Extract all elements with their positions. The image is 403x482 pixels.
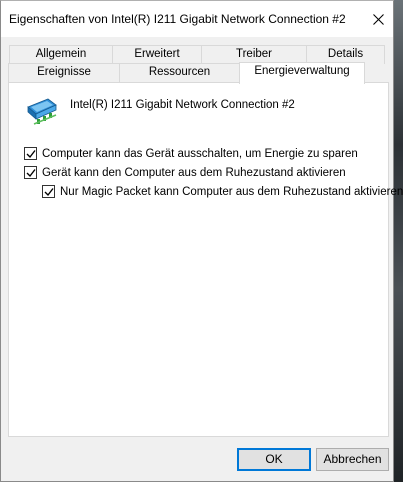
option-allow-turn-off[interactable]: Computer kann das Gerät ausschalten, um … bbox=[24, 147, 358, 160]
checkbox-allow-turn-off[interactable] bbox=[24, 147, 37, 160]
desktop-backdrop bbox=[394, 0, 403, 482]
tab-allgemein[interactable]: Allgemein bbox=[9, 45, 113, 64]
option-label: Gerät kann den Computer aus dem Ruhezust… bbox=[42, 166, 346, 179]
device-name: Intel(R) I211 Gigabit Network Connection… bbox=[70, 99, 295, 111]
checkmark-icon bbox=[26, 168, 36, 177]
ok-button[interactable]: OK bbox=[237, 448, 311, 471]
option-allow-wake[interactable]: Gerät kann den Computer aus dem Ruhezust… bbox=[24, 166, 346, 179]
tab-energieverwaltung[interactable]: Energieverwaltung bbox=[239, 62, 365, 84]
network-adapter-icon bbox=[27, 98, 57, 125]
option-label: Computer kann das Gerät ausschalten, um … bbox=[42, 147, 358, 160]
tab-ereignisse[interactable]: Ereignisse bbox=[8, 63, 120, 82]
option-magic-packet-only[interactable]: Nur Magic Packet kann Computer aus dem R… bbox=[42, 185, 403, 198]
title-bar: Eigenschaften von Intel(R) I211 Gigabit … bbox=[1, 1, 393, 37]
checkmark-icon bbox=[44, 187, 54, 196]
close-icon bbox=[372, 13, 384, 25]
window-title: Eigenschaften von Intel(R) I211 Gigabit … bbox=[9, 12, 346, 26]
properties-dialog: Eigenschaften von Intel(R) I211 Gigabit … bbox=[0, 0, 403, 482]
option-label: Nur Magic Packet kann Computer aus dem R… bbox=[60, 185, 403, 198]
cancel-button[interactable]: Abbrechen bbox=[316, 448, 389, 471]
close-button[interactable] bbox=[364, 5, 392, 33]
tab-panel-energieverwaltung: Intel(R) I211 Gigabit Network Connection… bbox=[8, 82, 403, 437]
tab-ressourcen[interactable]: Ressourcen bbox=[119, 63, 240, 82]
checkbox-magic-packet-only[interactable] bbox=[42, 185, 55, 198]
tab-erweitert[interactable]: Erweitert bbox=[112, 45, 202, 64]
checkbox-allow-wake[interactable] bbox=[24, 166, 37, 179]
checkmark-icon bbox=[26, 149, 36, 158]
